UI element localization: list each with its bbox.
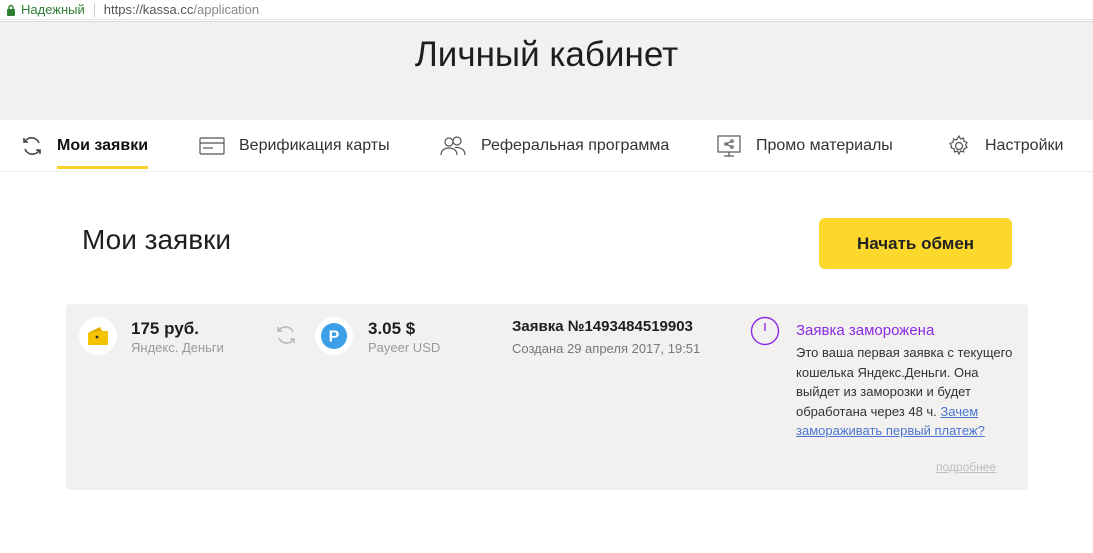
svg-text:P: P <box>329 329 340 346</box>
monitor-share-icon <box>716 135 742 157</box>
tab-label: Промо материалы <box>756 137 893 154</box>
more-details-link[interactable]: подробнее <box>936 460 996 474</box>
tab-settings[interactable]: Настройки <box>947 120 1063 172</box>
payeer-icon: P <box>315 317 353 355</box>
from-system: Яндекс. Деньги <box>131 340 224 355</box>
tab-label: Мои заявки <box>57 137 149 169</box>
order-created: Создана 29 апреля 2017, 19:51 <box>512 341 701 356</box>
page-header: Личный кабинет <box>0 21 1093 120</box>
status-text: Это ваша первая заявка с текущего кошель… <box>796 343 1016 441</box>
yandex-money-icon <box>79 317 117 355</box>
tab-promo-materials[interactable]: Промо материалы <box>716 120 893 172</box>
card-icon <box>199 136 225 156</box>
tab-label: Реферальная программа <box>481 137 670 154</box>
lock-icon <box>3 4 19 16</box>
address-separator <box>93 2 95 17</box>
section-title: Мои заявки <box>82 224 231 255</box>
to-system: Payeer USD <box>368 340 441 355</box>
page-title: Личный кабинет <box>414 35 679 74</box>
tab-label: Верификация карты <box>239 137 390 154</box>
nav-tabs: Мои заявки Верификация карты Реферальная… <box>0 120 1093 172</box>
secure-label: Надежный <box>21 2 85 17</box>
tab-referral-program[interactable]: Реферальная программа <box>439 120 669 172</box>
tab-card-verification[interactable]: Верификация карты <box>199 120 390 172</box>
address-bar[interactable]: Надежный https://kassa.cc/application <box>0 0 1093 20</box>
url-text[interactable]: https://kassa.cc/application <box>104 2 259 17</box>
status-description: Это ваша первая заявка с текущего кошель… <box>796 345 1013 419</box>
order-card: 175 руб. Яндекс. Деньги P 3.05 $ Payeer … <box>66 304 1028 490</box>
users-icon <box>439 135 467 157</box>
to-amount: 3.05 $ <box>368 319 416 338</box>
from-amount: 175 руб. <box>131 319 199 338</box>
order-number: Заявка №1493484519903 <box>512 318 693 335</box>
status-title: Заявка заморожена <box>796 322 935 339</box>
start-exchange-button[interactable]: Начать обмен <box>819 218 1012 269</box>
exchange-arrows-icon <box>275 324 297 351</box>
clock-icon <box>750 316 780 351</box>
tab-my-orders[interactable]: Мои заявки <box>21 120 149 172</box>
gear-icon <box>947 134 971 158</box>
tab-label: Настройки <box>985 137 1064 154</box>
refresh-icon <box>21 135 43 157</box>
